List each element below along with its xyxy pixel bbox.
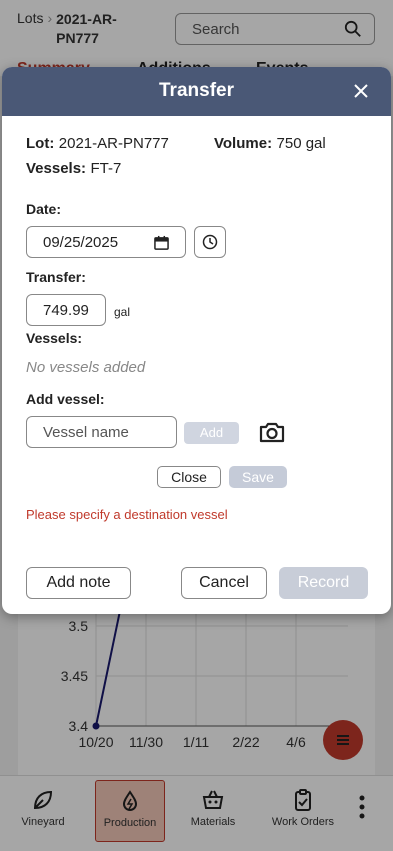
date-value: 09/25/2025 [43,234,119,251]
date-label: Date: [26,201,62,217]
cancel-button[interactable]: Cancel [181,567,267,599]
error-message: Please specify a destination vessel [26,507,228,522]
calendar-icon[interactable] [154,235,169,250]
add-vessel-label: Add vessel: [26,391,105,407]
lot-value: 2021-AR-PN777 [58,135,169,152]
vessel-name-placeholder: Vessel name [43,424,129,441]
transfer-amount-input[interactable]: 749.99 [26,294,106,326]
camera-icon[interactable] [258,420,286,444]
vessels-info: Vessels: FT-7 [26,160,121,178]
transfer-unit: gal [114,305,131,319]
time-button[interactable] [194,226,226,258]
record-button[interactable]: Record [279,567,368,599]
save-button[interactable]: Save [229,466,287,488]
volume-value: 750 gal [276,135,326,152]
close-button[interactable]: Close [157,466,221,488]
dialog-header: Transfer [2,67,391,116]
vessels-empty-text: No vessels added [26,359,146,376]
dialog-title: Transfer [159,80,234,101]
add-note-button[interactable]: Add note [26,567,131,599]
vessels-list-label: Vessels: [26,330,83,346]
volume-info: Volume: 750 gal [214,135,326,153]
close-icon[interactable] [351,81,371,101]
add-vessel-button[interactable]: Add [184,422,239,444]
vessels-value: FT-7 [90,160,122,177]
lot-info: Lot: 2021-AR-PN777 [26,135,169,153]
transfer-label: Transfer: [26,269,86,285]
vessel-name-input[interactable]: Vessel name [26,416,177,448]
lot-label: Lot: [26,135,55,152]
volume-label: Volume: [214,135,273,152]
date-input[interactable]: 09/25/2025 [26,226,186,258]
transfer-value: 749.99 [43,302,89,319]
clock-icon [202,234,218,250]
vessels-label: Vessels: [26,160,87,177]
transfer-dialog: Transfer Lot: 2021-AR-PN777 Volume: 750 … [2,67,391,614]
